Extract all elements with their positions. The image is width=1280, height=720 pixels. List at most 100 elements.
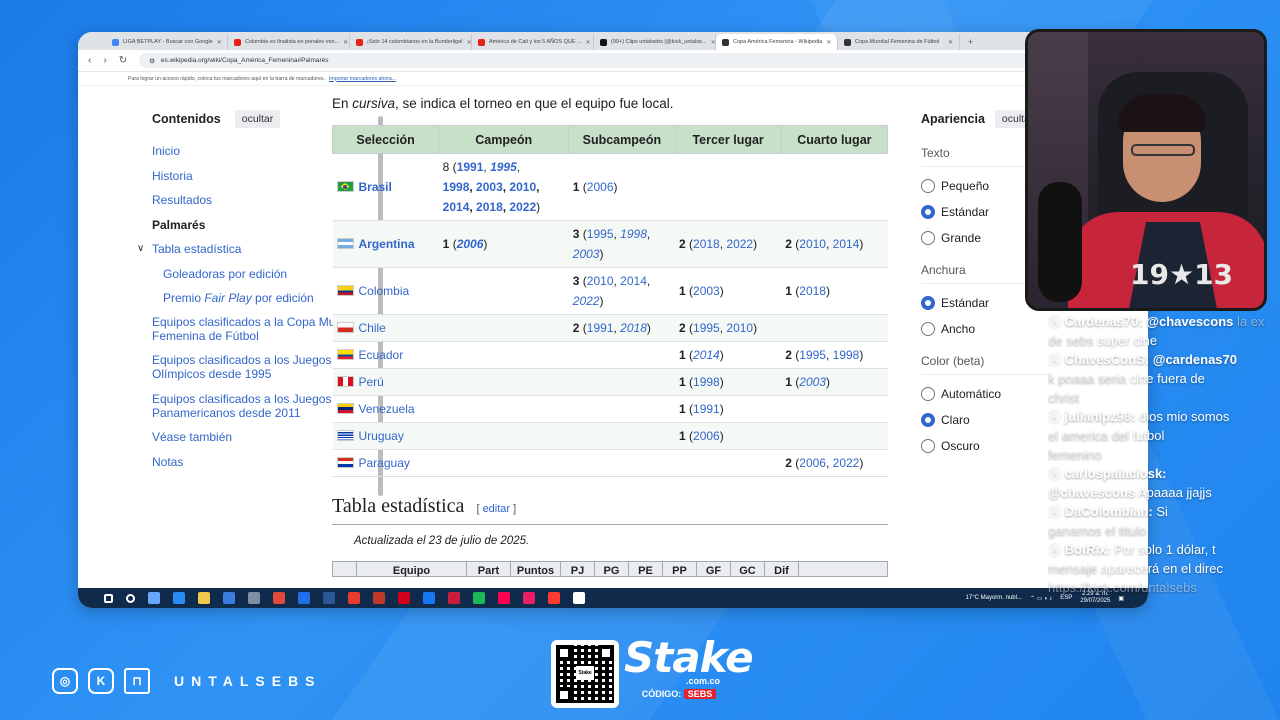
team-cell[interactable]: Argentina <box>332 220 439 268</box>
reload-icon[interactable]: ↻ <box>119 55 127 66</box>
stats-header-cell[interactable]: Part <box>467 562 511 577</box>
taskbar-app-icon[interactable] <box>448 592 460 604</box>
browser-tab[interactable]: (99+) Clips untalsebs (@kick_untalse... ✕ <box>594 34 716 50</box>
taskbar-app-icon[interactable] <box>348 592 360 604</box>
table-header[interactable]: Selección <box>331 125 440 154</box>
kick-badge-icon: ⓚ <box>1048 504 1065 519</box>
taskbar-app-icon[interactable] <box>523 592 535 604</box>
team-cell[interactable]: Paraguay <box>332 449 439 477</box>
toc-item[interactable]: Goleadoras por edición <box>152 267 362 281</box>
language-indicator[interactable]: ESP <box>1060 595 1072 601</box>
team-cell[interactable]: Uruguay <box>332 422 439 450</box>
team-cell[interactable]: Venezuela <box>332 395 439 423</box>
table-header[interactable]: Subcampeón <box>568 125 676 154</box>
taskbar-app-icon[interactable] <box>248 592 260 604</box>
toc-item[interactable]: Véase también <box>152 430 362 444</box>
taskbar-app-icon[interactable] <box>473 592 485 604</box>
forward-icon[interactable]: › <box>103 55 106 66</box>
toc-item[interactable]: Historia <box>152 169 362 183</box>
toc-hide-button[interactable]: ocultar <box>234 110 281 128</box>
site-info-icon[interactable]: ⚙ <box>149 57 155 65</box>
taskbar-app-icon[interactable] <box>398 592 410 604</box>
notification-icon[interactable]: ▣ <box>1118 595 1124 602</box>
weather-text[interactable]: 17°C Mayorm. nubl... <box>966 595 1022 601</box>
taskbar-app-icon[interactable] <box>223 592 235 604</box>
browser-tab[interactable]: ¡Solo 14 colombianos en la Bunderliga! ✕ <box>350 34 472 50</box>
back-icon[interactable]: ‹ <box>88 55 91 66</box>
close-tab-icon[interactable]: ✕ <box>586 39 591 46</box>
toc-item[interactable]: Notas <box>152 455 362 469</box>
edit-section: [ editar ] <box>476 503 517 515</box>
table-header[interactable]: Tercer lugar <box>674 125 782 154</box>
toc-item[interactable]: Inicio <box>152 144 362 158</box>
toc-item[interactable]: Premio Fair Play por edición <box>152 291 362 305</box>
kick-badge-icon: ⓚ <box>1048 542 1065 557</box>
radio-button[interactable] <box>921 296 935 310</box>
radio-button[interactable] <box>921 205 935 219</box>
taskbar-app-icon[interactable] <box>198 592 210 604</box>
stats-header-cell[interactable]: PG <box>595 562 629 577</box>
stats-header-cell[interactable]: GC <box>731 562 765 577</box>
taskbar-app-icon[interactable] <box>273 592 285 604</box>
browser-tab[interactable]: Colombia es finalista en penales ven... ✕ <box>228 34 350 50</box>
taskbar-app-icon[interactable] <box>323 592 335 604</box>
url-field[interactable]: ⚙ es.wikipedia.org/wiki/Copa_América_Fem… <box>139 53 1074 68</box>
stats-header-cell[interactable]: Dif <box>765 562 799 577</box>
close-tab-icon[interactable]: ✕ <box>948 39 953 46</box>
taskbar-app-icon[interactable] <box>498 592 510 604</box>
edit-link[interactable]: editar <box>483 503 511 515</box>
stats-header-cell[interactable]: Puntos <box>511 562 561 577</box>
browser-tab[interactable]: Copa América Femenina - Wikipedia ✕ <box>716 34 838 50</box>
search-icon[interactable] <box>126 593 135 603</box>
taskbar-app-icon[interactable] <box>148 592 160 604</box>
radio-button[interactable] <box>921 231 935 245</box>
stats-header-cell[interactable] <box>333 562 357 576</box>
close-tab-icon[interactable]: ✕ <box>467 39 471 46</box>
browser-tab[interactable]: Copa Mundial Femenina de Fútbol ✕ <box>838 34 960 50</box>
champion-cell <box>438 267 569 315</box>
taskbar-app-icon[interactable] <box>573 592 585 604</box>
taskbar-app-icon[interactable] <box>298 592 310 604</box>
browser-tab[interactable]: América de Cali y los 5 AÑOS QUE ... ✕ <box>472 34 594 50</box>
table-header[interactable]: Campeón <box>438 125 570 154</box>
table-row: Argentina 1 (2006) 3 (1995, 1998, 2003) 2… <box>332 220 888 268</box>
taskbar-app-icon[interactable] <box>423 592 435 604</box>
radio-button[interactable] <box>921 179 935 193</box>
toc-item[interactable]: Equipos clasificados a los Juegos Olímpi… <box>152 353 362 381</box>
toc-item[interactable]: Equipos clasificados a la Copa Mundial F… <box>152 315 362 343</box>
close-tab-icon[interactable]: ✕ <box>217 39 222 46</box>
tray-icons[interactable]: ⌃ ▭ ◖ ♪ <box>1030 595 1052 602</box>
start-icon[interactable] <box>104 593 113 603</box>
team-cell[interactable]: Ecuador <box>332 341 439 369</box>
team-cell[interactable]: Perú <box>332 368 439 396</box>
stats-header-cell[interactable]: PP <box>663 562 697 577</box>
close-tab-icon[interactable]: ✕ <box>826 39 831 46</box>
stats-header-cell[interactable]: Equipo <box>357 562 467 577</box>
radio-button[interactable] <box>921 413 935 427</box>
toc-item[interactable]: Resultados <box>152 193 362 207</box>
kick-icon: K <box>88 668 114 694</box>
table-header[interactable]: Cuarto lugar <box>780 125 889 154</box>
close-tab-icon[interactable]: ✕ <box>711 39 715 46</box>
radio-button[interactable] <box>921 439 935 453</box>
stats-header-cell[interactable]: PJ <box>561 562 595 577</box>
team-cell[interactable]: Colombia <box>332 267 439 315</box>
toc-item[interactable]: Palmarés <box>152 218 362 232</box>
radio-button[interactable] <box>921 387 935 401</box>
taskbar-app-icon[interactable] <box>548 592 560 604</box>
taskbar-app-icon[interactable] <box>173 592 185 604</box>
toc-item[interactable]: Equipos clasificados a los Juegos Paname… <box>152 392 362 420</box>
team-cell[interactable]: Brasil <box>332 153 439 221</box>
toc-item[interactable]: Tabla estadística <box>137 242 362 256</box>
taskbar-app-icon[interactable] <box>373 592 385 604</box>
import-bookmarks-link[interactable]: Importar marcadores ahora... <box>329 76 396 82</box>
close-tab-icon[interactable]: ✕ <box>343 39 348 46</box>
browser-tab[interactable]: LIGA BETPLAY - Buscar con Google ✕ <box>106 34 228 50</box>
stats-header-cell[interactable]: PE <box>629 562 663 577</box>
third-place-cell: 1 (2003) <box>675 267 782 315</box>
new-tab-button[interactable]: + <box>968 37 973 47</box>
radio-button[interactable] <box>921 322 935 336</box>
team-cell[interactable]: Chile <box>332 314 439 342</box>
instagram-icon: ◎ <box>52 668 78 694</box>
stats-header-cell[interactable]: GF <box>697 562 731 577</box>
